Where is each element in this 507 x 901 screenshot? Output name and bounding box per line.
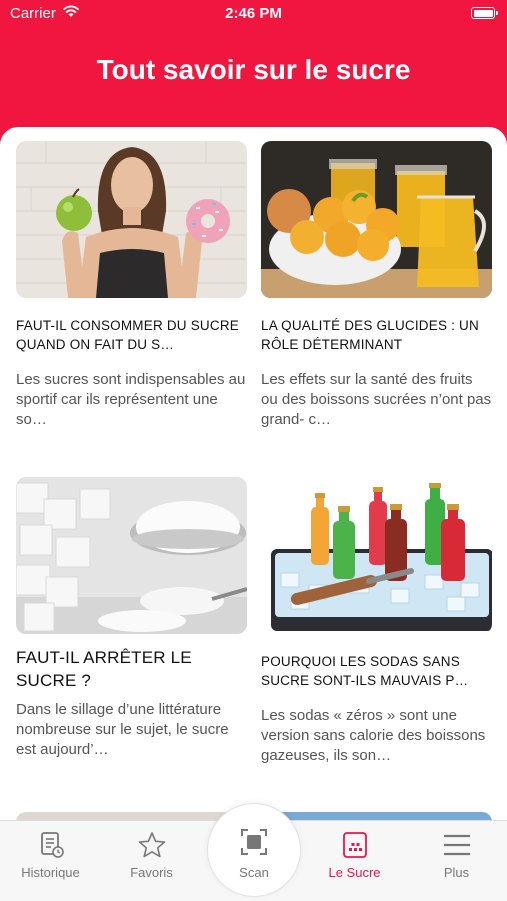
article-card-partial[interactable] [261,812,492,820]
tab-le-sucre[interactable]: Le Sucre [304,821,405,901]
sugar-box-icon [343,832,367,858]
article-description: Les sodas « zéros » sont une version san… [261,707,486,764]
article-card[interactable]: FAUT-IL ARRÊTER LE SUCRE ? Dans le silla… [16,477,247,760]
tab-label: Le Sucre [328,865,381,880]
article-card[interactable]: FAUT-IL CONSOMMER DU SUCRE QUAND ON FAIT… [16,141,247,430]
tab-label: Plus [443,865,470,880]
article-card-partial[interactable] [16,812,247,820]
woman-apple-donut-image [16,141,247,298]
article-card[interactable]: POURQUOI LES SODAS SANS SUCRE SONT-ILS M… [261,477,492,766]
soda-bottles-ice-image [261,477,492,634]
fruit-juice-image [261,141,492,298]
battery-icon [471,7,498,19]
article-title: FAUT-IL ARRÊTER LE SUCRE ? [16,648,192,690]
history-icon [41,832,64,858]
scan-button[interactable]: Scan [207,803,301,897]
sugar-cubes-spoon-image [16,477,247,634]
tab-label: Historique [21,865,80,880]
scan-label: Scan [239,865,269,880]
status-bar: Carrier 2:46 PM [0,0,507,28]
article-description: Les effets sur la santé des fruits ou de… [261,371,492,428]
article-title: POURQUOI LES SODAS SANS SUCRE SONT-ILS M… [261,654,469,688]
page-title: Tout savoir sur le sucre [96,54,411,85]
article-title: LA QUALITÉ DES GLUCIDES : UN RÔLE DÉTERM… [261,318,479,352]
article-card[interactable]: LA QUALITÉ DES GLUCIDES : UN RÔLE DÉTERM… [261,141,492,430]
star-icon [138,832,166,858]
menu-icon [444,834,470,856]
article-description: Les sucres sont indispensables au sporti… [16,371,246,428]
tab-label: Favoris [130,865,173,880]
tab-favoris[interactable]: Favoris [101,821,202,901]
article-description: Dans le sillage d’une littérature nombre… [16,701,229,758]
tab-historique[interactable]: Historique [0,821,101,901]
tab-plus[interactable]: Plus [406,821,507,901]
article-title: FAUT-IL CONSOMMER DU SUCRE QUAND ON FAIT… [16,318,239,352]
clock: 2:46 PM [225,5,282,22]
articles-list[interactable]: FAUT-IL CONSOMMER DU SUCRE QUAND ON FAIT… [0,127,507,820]
scan-icon [241,829,267,855]
